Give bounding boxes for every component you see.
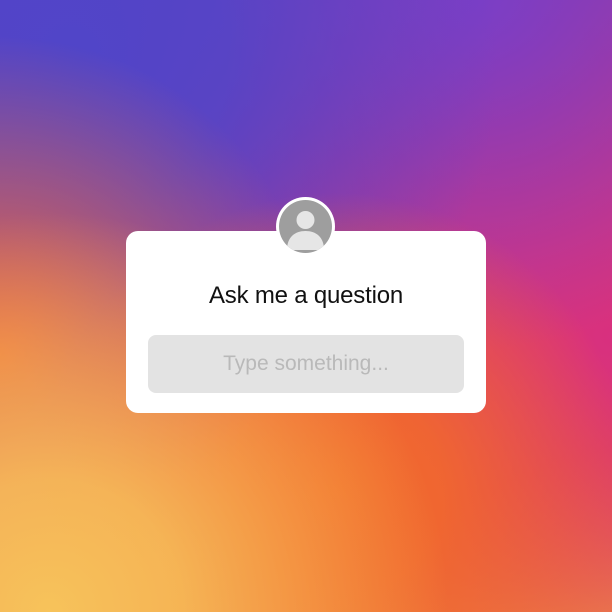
answer-input[interactable] xyxy=(148,335,464,393)
user-avatar-icon xyxy=(279,200,332,253)
question-title: Ask me a question xyxy=(208,282,404,309)
question-sticker-card: Ask me a question xyxy=(126,231,486,413)
avatar xyxy=(276,197,335,256)
